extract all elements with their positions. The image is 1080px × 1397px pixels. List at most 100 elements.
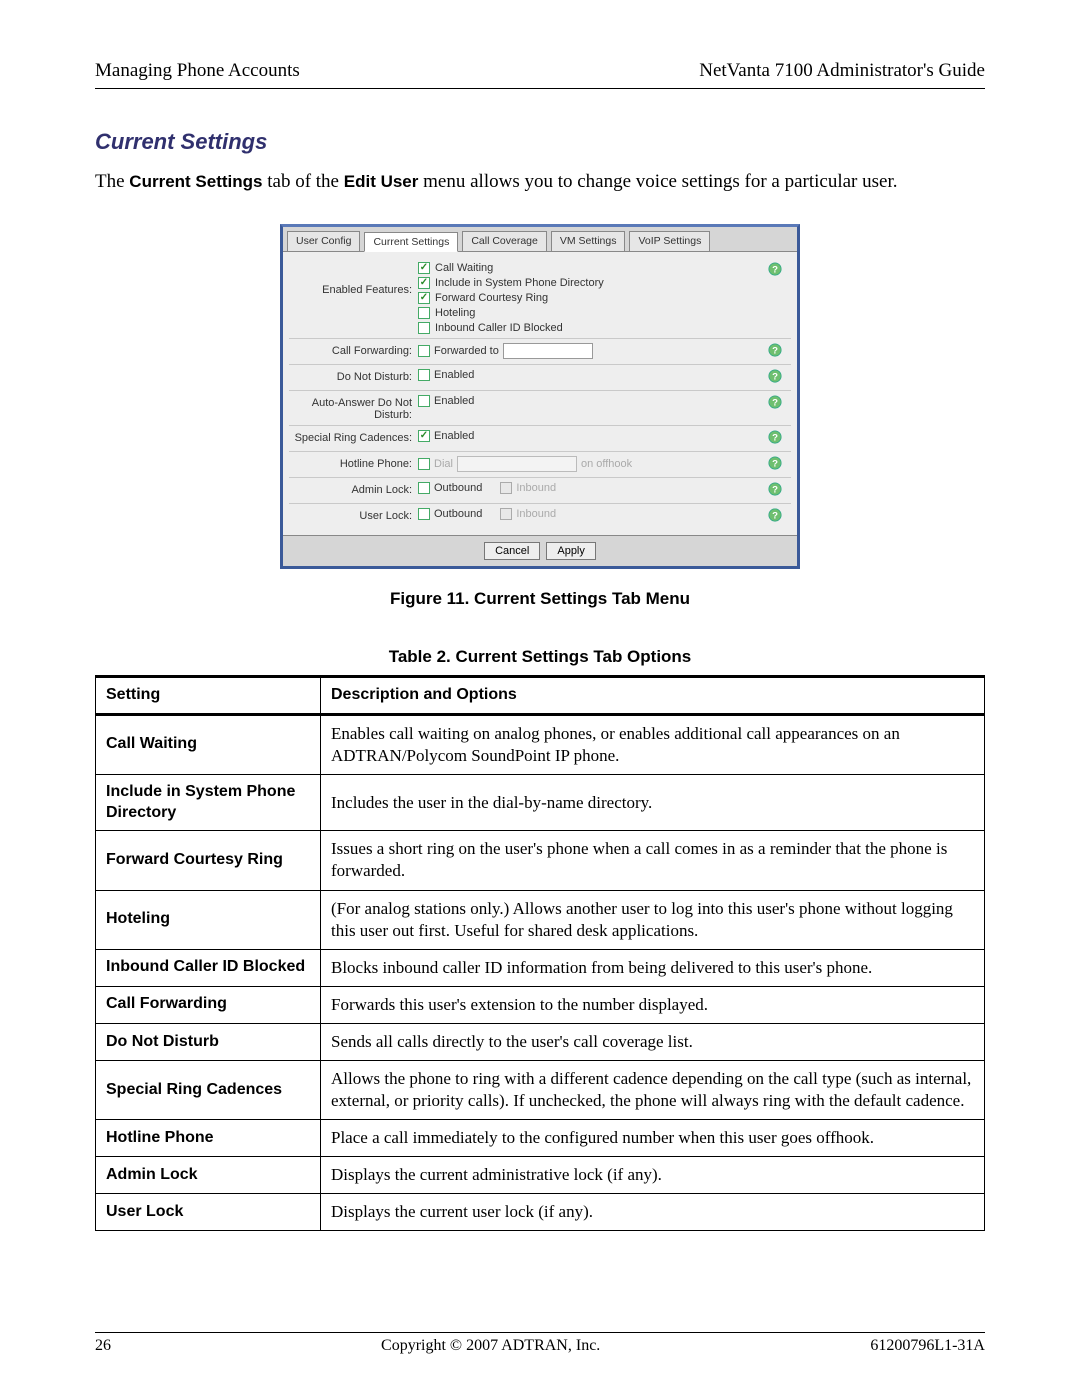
checkbox-call-forwarding[interactable] — [418, 345, 430, 357]
table-row: Inbound Caller ID BlockedBlocks inbound … — [96, 949, 985, 986]
section-title: Current Settings — [95, 129, 985, 155]
checkbox-call-waiting[interactable] — [418, 262, 430, 274]
svg-text:?: ? — [772, 484, 778, 495]
table-row: Hoteling(For analog stations only.) Allo… — [96, 890, 985, 949]
footer-copyright: Copyright © 2007 ADTRAN, Inc. — [381, 1337, 600, 1355]
row-dnd: Do Not Disturb: Enabled ? — [289, 365, 791, 391]
checkbox-special-ring[interactable] — [418, 430, 430, 442]
cf-text: Forwarded to — [434, 345, 499, 357]
panel-body: Enabled Features: Call Waiting Include i… — [283, 252, 797, 535]
row-auto-answer-dnd: Auto-Answer Do Not Disturb: Enabled ? — [289, 391, 791, 426]
help-icon[interactable]: ? — [763, 343, 787, 360]
help-icon[interactable]: ? — [763, 369, 787, 386]
row-call-forwarding: Call Forwarding: Forwarded to ? — [289, 339, 791, 365]
help-icon[interactable]: ? — [763, 482, 787, 499]
table-row: Call WaitingEnables call waiting on anal… — [96, 714, 985, 774]
footer-page: 26 — [95, 1337, 111, 1355]
intro-paragraph: The Current Settings tab of the Edit Use… — [95, 169, 985, 196]
page-header: Managing Phone Accounts NetVanta 7100 Ad… — [95, 60, 985, 88]
dnd-text: Enabled — [434, 369, 474, 381]
setting-cell: Hoteling — [96, 890, 321, 949]
description-cell: Displays the current user lock (if any). — [321, 1194, 985, 1231]
table-row: User LockDisplays the current user lock … — [96, 1194, 985, 1231]
setting-cell: Call Forwarding — [96, 986, 321, 1023]
help-icon[interactable]: ? — [763, 508, 787, 525]
description-cell: Enables call waiting on analog phones, o… — [321, 714, 985, 774]
aa-dnd-text: Enabled — [434, 395, 474, 407]
setting-cell: Inbound Caller ID Blocked — [96, 949, 321, 986]
tab-user-config[interactable]: User Config — [287, 231, 360, 251]
table-row: Forward Courtesy RingIssues a short ring… — [96, 831, 985, 890]
feature-label: Forward Courtesy Ring — [435, 292, 548, 304]
row-enabled-features: Enabled Features: Call Waiting Include i… — [289, 258, 791, 339]
row-special-ring: Special Ring Cadences: Enabled ? — [289, 426, 791, 452]
checkbox-hotline[interactable] — [418, 458, 430, 470]
checkbox-admin-outbound[interactable] — [418, 482, 430, 494]
setting-cell: User Lock — [96, 1194, 321, 1231]
table-row: Admin LockDisplays the current administr… — [96, 1157, 985, 1194]
th-setting: Setting — [96, 676, 321, 714]
setting-cell: Include in System Phone Directory — [96, 774, 321, 831]
row-hotline-phone: Hotline Phone: Dial on offhook ? — [289, 452, 791, 478]
page-footer: 26 Copyright © 2007 ADTRAN, Inc. 6120079… — [95, 1332, 985, 1355]
row-label: Hotline Phone: — [293, 456, 418, 470]
header-right: NetVanta 7100 Administrator's Guide — [699, 60, 985, 82]
checkbox-include-directory[interactable] — [418, 277, 430, 289]
row-label: Call Forwarding: — [293, 343, 418, 357]
svg-text:?: ? — [772, 510, 778, 521]
description-cell: Allows the phone to ring with a differen… — [321, 1061, 985, 1120]
description-cell: Sends all calls directly to the user's c… — [321, 1023, 985, 1060]
cancel-button[interactable]: Cancel — [484, 542, 540, 560]
button-bar: Cancel Apply — [283, 535, 797, 566]
setting-cell: Admin Lock — [96, 1157, 321, 1194]
checkbox-dnd[interactable] — [418, 369, 430, 381]
row-label: Special Ring Cadences: — [293, 430, 418, 444]
features-list: Call Waiting Include in System Phone Dir… — [418, 262, 604, 334]
setting-cell: Special Ring Cadences — [96, 1061, 321, 1120]
user-inbound-label: Inbound — [516, 508, 556, 520]
cf-number-input[interactable] — [503, 343, 593, 359]
screenshot-wrap: User Config Current Settings Call Covera… — [95, 224, 985, 569]
help-icon[interactable]: ? — [763, 395, 787, 412]
table-row: Include in System Phone DirectoryInclude… — [96, 774, 985, 831]
tab-current-settings[interactable]: Current Settings — [364, 232, 458, 252]
user-outbound-label: Outbound — [434, 508, 482, 520]
help-icon[interactable]: ? — [763, 456, 787, 473]
tab-voip-settings[interactable]: VoIP Settings — [629, 231, 710, 251]
th-description: Description and Options — [321, 676, 985, 714]
help-icon[interactable]: ? — [763, 262, 787, 279]
row-user-lock: User Lock: Outbound Inbound ? — [289, 504, 791, 529]
checkbox-admin-inbound — [500, 482, 512, 494]
setting-cell: Call Waiting — [96, 714, 321, 774]
row-label: Do Not Disturb: — [293, 369, 418, 383]
checkbox-forward-courtesy[interactable] — [418, 292, 430, 304]
options-table: Setting Description and Options Call Wai… — [95, 675, 985, 1232]
intro-bold-1: Current Settings — [129, 172, 262, 191]
row-label: User Lock: — [293, 508, 418, 522]
checkbox-caller-id-blocked[interactable] — [418, 322, 430, 334]
header-rule — [95, 88, 985, 89]
row-label: Enabled Features: — [293, 262, 418, 296]
description-cell: Place a call immediately to the configur… — [321, 1120, 985, 1157]
admin-outbound-label: Outbound — [434, 482, 482, 494]
row-label: Auto-Answer Do Not Disturb: — [293, 395, 418, 421]
apply-button[interactable]: Apply — [546, 542, 596, 560]
help-icon[interactable]: ? — [763, 430, 787, 447]
intro-text: tab of the — [262, 171, 343, 192]
checkbox-aa-dnd[interactable] — [418, 395, 430, 407]
hotline-number-input — [457, 456, 577, 472]
tab-call-coverage[interactable]: Call Coverage — [462, 231, 547, 251]
tab-bar: User Config Current Settings Call Covera… — [283, 227, 797, 252]
hotline-offhook-label: on offhook — [581, 458, 632, 470]
svg-text:?: ? — [772, 345, 778, 356]
description-cell: Displays the current administrative lock… — [321, 1157, 985, 1194]
description-cell: Issues a short ring on the user's phone … — [321, 831, 985, 890]
svg-text:?: ? — [772, 432, 778, 443]
tab-vm-settings[interactable]: VM Settings — [551, 231, 626, 251]
checkbox-hoteling[interactable] — [418, 307, 430, 319]
checkbox-user-outbound[interactable] — [418, 508, 430, 520]
feature-label: Include in System Phone Directory — [435, 277, 604, 289]
table-row: Hotline PhonePlace a call immediately to… — [96, 1120, 985, 1157]
svg-text:?: ? — [772, 458, 778, 469]
feature-label: Inbound Caller ID Blocked — [435, 322, 563, 334]
